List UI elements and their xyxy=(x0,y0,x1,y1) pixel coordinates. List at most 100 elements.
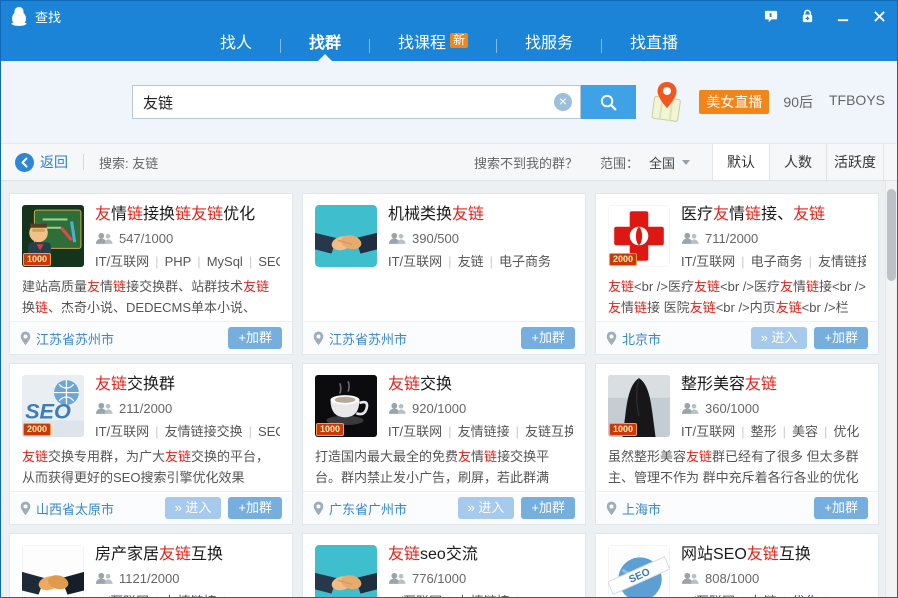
group-title[interactable]: 医疗友情链接、友链 xyxy=(681,205,866,225)
tag[interactable]: ... xyxy=(232,594,243,598)
tag[interactable]: IT/互联网 xyxy=(388,254,442,269)
hot-word[interactable]: 90后 xyxy=(783,92,813,112)
tag[interactable]: 友链互换 xyxy=(525,424,573,439)
scope-dropdown[interactable]: 全国 xyxy=(649,153,690,172)
group-avatar[interactable]: 1000 xyxy=(315,375,377,437)
close-button[interactable] xyxy=(871,8,887,24)
map-location-icon[interactable] xyxy=(649,80,685,124)
group-title[interactable]: 友链交换 xyxy=(388,375,573,395)
tag[interactable]: 优化 xyxy=(792,594,818,598)
group-avatar[interactable]: SEO2000 xyxy=(22,375,84,437)
join-group-button[interactable]: +加群 xyxy=(228,497,282,519)
enter-group-button[interactable]: » 进入 xyxy=(751,327,808,349)
join-group-button[interactable]: +加群 xyxy=(228,327,282,349)
member-count: 776/1000 xyxy=(388,571,573,586)
tag[interactable]: 整形 xyxy=(751,424,777,439)
join-group-button[interactable]: +加群 xyxy=(814,327,868,349)
tag[interactable]: IT/互联网 xyxy=(681,254,735,269)
tag[interactable]: 电子商务 xyxy=(751,254,803,269)
tag[interactable]: 友情链接交换 xyxy=(165,424,243,439)
tag[interactable]: IT/互联网 xyxy=(95,424,149,439)
tag[interactable]: IT/互联网 xyxy=(681,424,735,439)
tag[interactable]: 优化 xyxy=(833,424,859,439)
join-group-button[interactable]: +加群 xyxy=(521,327,575,349)
security-icon[interactable] xyxy=(799,8,815,24)
group-avatar[interactable] xyxy=(315,545,377,598)
join-group-button[interactable]: +加群 xyxy=(814,497,868,519)
nav-tab-find-live[interactable]: 找直播 xyxy=(602,31,706,61)
tag[interactable]: IT/互联网 xyxy=(95,254,149,269)
group-location[interactable]: 山西省太原市 xyxy=(20,499,114,518)
nav-tab-find-people[interactable]: 找人 xyxy=(192,31,280,61)
back-button[interactable]: 返回 xyxy=(15,152,68,172)
group-title[interactable]: 友链seo交流 xyxy=(388,545,573,565)
search-button[interactable] xyxy=(581,85,636,119)
scope-label: 范围： xyxy=(600,153,639,172)
hot-word-featured[interactable]: 美女直播 xyxy=(699,90,769,114)
tag[interactable]: IT/互联网 xyxy=(681,594,735,598)
feedback-icon[interactable] xyxy=(763,8,779,24)
nav-tab-label: 找课程 xyxy=(398,35,446,52)
new-badge: 新 xyxy=(450,33,468,48)
clear-search-icon[interactable]: × xyxy=(554,93,572,111)
capacity-badge: 1000 xyxy=(316,423,344,436)
group-avatar[interactable]: 2000 xyxy=(608,205,670,267)
tag[interactable]: 友链 xyxy=(751,594,777,598)
group-location[interactable]: 江苏省苏州市 xyxy=(20,329,114,348)
group-location[interactable]: 北京市 xyxy=(606,329,661,348)
svg-text:SEO: SEO xyxy=(25,398,71,423)
join-group-button[interactable]: +加群 xyxy=(521,497,575,519)
tag[interactable]: 友情链接 xyxy=(165,594,217,598)
minimize-button[interactable] xyxy=(835,8,851,24)
group-title[interactable]: 房产家居友链互换 xyxy=(95,545,280,565)
group-avatar[interactable]: 1000 xyxy=(608,375,670,437)
tag[interactable]: PHP xyxy=(165,254,192,269)
sort-tab[interactable]: 默认 xyxy=(712,144,769,180)
group-title[interactable]: 机械类换友链 xyxy=(388,205,573,225)
group-location[interactable]: 江苏省苏州市 xyxy=(313,329,407,348)
tag[interactable]: SEO xyxy=(258,424,280,439)
tag-separator: | xyxy=(448,594,451,598)
hot-word[interactable]: TFBOYS xyxy=(829,92,885,112)
cant-find-group-link[interactable]: 搜索不到我的群？ xyxy=(474,153,578,172)
enter-group-button[interactable]: » 进入 xyxy=(165,497,222,519)
nav-tab-find-group[interactable]: 找群 xyxy=(281,31,369,61)
tag[interactable]: IT/互联网 xyxy=(388,424,442,439)
tag[interactable]: 友链 xyxy=(458,254,484,269)
tag[interactable]: ... xyxy=(525,594,536,598)
tag[interactable]: 电子商务 xyxy=(499,254,551,269)
tag[interactable]: SEO xyxy=(258,254,280,269)
group-avatar[interactable] xyxy=(315,205,377,267)
tag-separator: | xyxy=(824,594,827,598)
sort-tab[interactable]: 人数 xyxy=(769,144,826,180)
group-title[interactable]: 网站SEO友链互换 xyxy=(681,545,866,565)
group-title[interactable]: 友情链接换链友链优化 xyxy=(95,205,280,225)
tag[interactable]: MySql xyxy=(207,254,243,269)
nav-tab-find-course[interactable]: 找课程新 xyxy=(370,31,496,61)
group-title[interactable]: 整形美容友链 xyxy=(681,375,866,395)
enter-group-button[interactable]: » 进入 xyxy=(458,497,515,519)
scrollbar-thumb[interactable] xyxy=(887,189,896,281)
tag[interactable]: 美容 xyxy=(792,424,818,439)
group-title[interactable]: 友链交换群 xyxy=(95,375,280,395)
tag[interactable]: 友情链接 xyxy=(458,594,510,598)
tag[interactable]: 友情链接 xyxy=(458,424,510,439)
search-input[interactable] xyxy=(132,85,581,119)
group-location[interactable]: 广东省广州市 xyxy=(313,499,407,518)
nav-tab-find-service[interactable]: 找服务 xyxy=(497,31,601,61)
tag[interactable]: 友情链接 xyxy=(818,254,866,269)
scrollbar-track[interactable] xyxy=(885,181,896,598)
member-count-value: 390/500 xyxy=(412,231,459,246)
group-location[interactable]: 上海市 xyxy=(606,499,661,518)
tag-separator: | xyxy=(448,424,451,439)
group-avatar[interactable]: 1000 xyxy=(22,205,84,267)
members-icon xyxy=(681,402,699,415)
members-icon xyxy=(681,232,699,245)
group-avatar[interactable]: SEO xyxy=(608,545,670,598)
group-avatar[interactable] xyxy=(22,545,84,598)
sort-tab[interactable]: 活跃度 xyxy=(826,144,883,180)
tag[interactable]: ... xyxy=(833,594,844,598)
tag-separator: | xyxy=(824,424,827,439)
tag[interactable]: IT/互联网 xyxy=(95,594,149,598)
tag[interactable]: IT/互联网 xyxy=(388,594,442,598)
